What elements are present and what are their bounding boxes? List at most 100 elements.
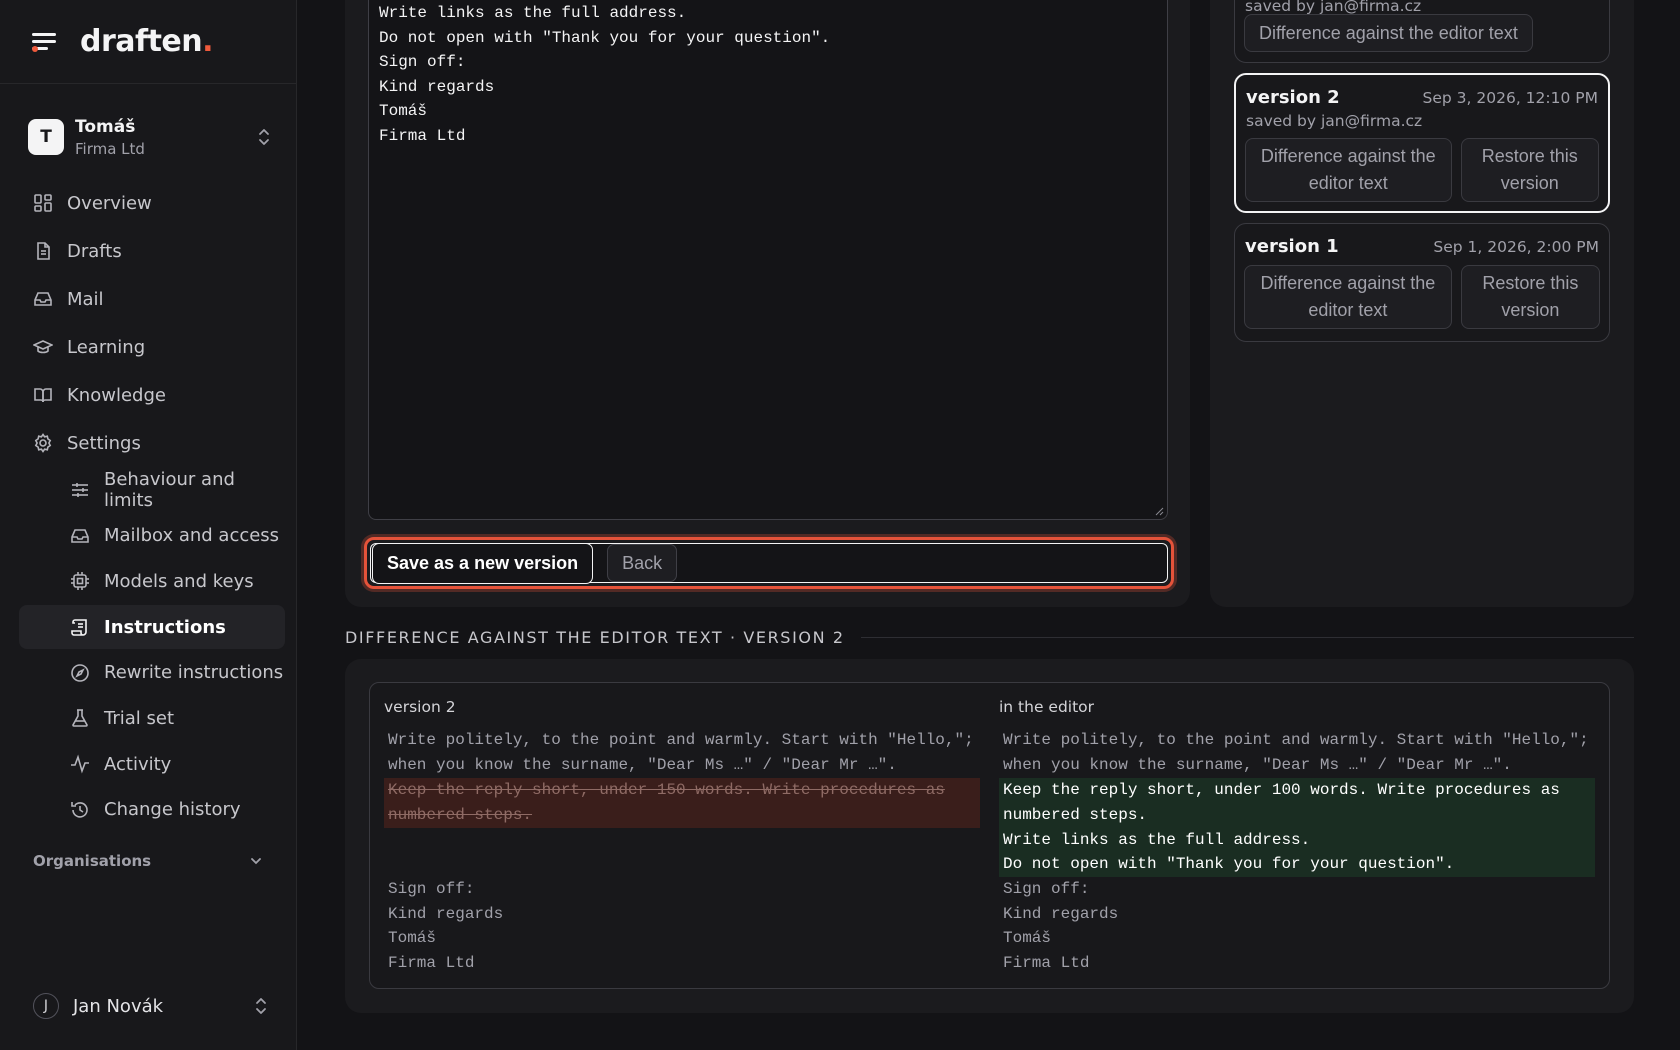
chip-icon (71, 572, 89, 591)
nav-label: Knowledge (67, 384, 166, 406)
diff-line: Tomáš (1003, 929, 1052, 947)
difference-against-editor-button[interactable]: Difference against the editor text (1245, 138, 1452, 202)
sidebar-item-label: Change history (104, 799, 241, 821)
version-date: Sep 1, 2026, 2:00 PM (1433, 238, 1599, 256)
sidebar-item-label: Behaviour and limits (104, 469, 235, 511)
restore-version-button[interactable]: Restore this version (1460, 265, 1600, 329)
sidebar-item-label: Instructions (104, 616, 226, 638)
nav-item-overview[interactable]: Overview (19, 180, 285, 226)
nav-item-settings[interactable]: Settings (19, 420, 285, 466)
editor-line: Do not open with "Thank you for your que… (379, 28, 831, 47)
nav-label: Drafts (67, 240, 122, 262)
save-new-version-button[interactable]: Save as a new version (372, 542, 594, 584)
sidebar-item-instructions[interactable]: Instructions (19, 605, 285, 650)
nav-label: Mail (67, 288, 104, 310)
editor-line: Write links as the full address. (379, 4, 687, 22)
version-title: version 2 (1246, 87, 1340, 108)
scroll-icon (71, 619, 87, 636)
diff-line-added: numbered steps. (999, 803, 1595, 828)
user-avatar: J (33, 993, 59, 1019)
diff-line: Write politely, to the point and warmly.… (388, 731, 974, 749)
diff-line: Kind regards (388, 905, 504, 923)
resize-grip-icon[interactable] (1154, 506, 1164, 516)
nav-label: Learning (67, 336, 146, 358)
diff-line-added: Write links as the full address. (999, 828, 1595, 853)
sidebar-item-rewrite-instructions[interactable]: Rewrite instructions (19, 651, 285, 695)
version-saved-by: saved by jan@firma.cz (1246, 112, 1423, 130)
diff-line-added: Do not open with "Thank you for your que… (999, 852, 1595, 877)
editor-line: Tomáš (379, 102, 428, 121)
editor-line: Firma Ltd (379, 126, 466, 145)
org-name: Tomáš (75, 116, 136, 137)
version-title: version 1 (1245, 236, 1339, 257)
history-icon (71, 801, 88, 818)
chevrons-up-down-icon (256, 998, 266, 1014)
graduation-cap-icon (33, 340, 53, 354)
sidebar-item-label: Models and keys (104, 570, 254, 592)
organisations-toggle[interactable]: Organisations (33, 852, 263, 870)
version-date: Sep 3, 2026, 12:10 PM (1422, 89, 1598, 107)
version-card-partial[interactable]: saved by jan@firma.cz Difference against… (1234, 0, 1610, 63)
main-nav: Overview Drafts Mail Learning Knowledge … (19, 180, 285, 834)
diff-line: Firma Ltd (388, 954, 475, 972)
inbox-icon (34, 292, 52, 306)
diff-line: Firma Ltd (1003, 954, 1090, 972)
back-button[interactable]: Back (607, 544, 678, 582)
user-name: Jan Novák (73, 995, 164, 1017)
diff-section-title: DIFFERENCE AGAINST THE EDITOR TEXT · VER… (345, 627, 845, 647)
diff-line: Kind regards (1003, 905, 1119, 923)
organisations-label: Organisations (33, 852, 152, 870)
restore-version-button[interactable]: Restore this version (1460, 138, 1599, 202)
flask-icon (72, 709, 88, 728)
version-card[interactable]: version 1 Sep 1, 2026, 2:00 PM Differenc… (1234, 223, 1610, 342)
nav-label: Overview (67, 192, 152, 214)
sidebar-item-label: Activity (104, 753, 172, 775)
compass-icon (71, 663, 89, 682)
book-open-icon (34, 388, 52, 403)
sidebar-item-trial-set[interactable]: Trial set (19, 696, 285, 740)
diff-section-header: DIFFERENCE AGAINST THE EDITOR TEXT · VER… (345, 627, 1634, 647)
user-switcher[interactable]: J Jan Novák (33, 993, 269, 1019)
sidebar-item-label: Rewrite instructions (104, 662, 284, 684)
divider (860, 636, 1634, 638)
diff-line-deleted: numbered steps. (384, 803, 980, 828)
org-avatar: T (28, 119, 64, 155)
sidebar-item-change-history[interactable]: Change history (19, 788, 285, 832)
difference-against-editor-button[interactable]: Difference against the editor text (1244, 265, 1452, 329)
version-saved-by: saved by jan@firma.cz (1245, 0, 1422, 15)
brand-bar: draften. (0, 0, 296, 84)
diff-line: Sign off: (388, 880, 475, 898)
sidebar-item-label: Trial set (104, 707, 175, 729)
nav-item-drafts[interactable]: Drafts (19, 228, 285, 274)
sidebar-item-mailbox-and-access[interactable]: Mailbox and access (19, 514, 285, 558)
nav-item-knowledge[interactable]: Knowledge (19, 372, 285, 418)
org-company: Firma Ltd (75, 139, 145, 158)
version-card[interactable]: version 2 Sep 3, 2026, 12:10 PM saved by… (1234, 73, 1610, 213)
file-text-icon (37, 242, 50, 260)
nav-item-mail[interactable]: Mail (19, 276, 285, 322)
menu-icon[interactable] (32, 32, 58, 52)
org-switcher[interactable]: T Tomáš Firma Ltd (28, 112, 272, 162)
diff-column-title: version 2 (384, 698, 456, 716)
sidebar-item-models-and-keys[interactable]: Models and keys (19, 559, 285, 603)
diff-line: Write politely, to the point and warmly.… (1003, 731, 1589, 749)
diff-line: when you know the surname, "Dear Ms …" /… (388, 756, 897, 774)
sidebar-item-behaviour-and-limits[interactable]: Behaviour and limits (19, 468, 285, 512)
nav-label: Settings (67, 432, 141, 454)
diff-line-added: Keep the reply short, under 100 words. W… (999, 778, 1595, 803)
gear-icon (34, 433, 52, 453)
diff-line: Sign off: (1003, 880, 1090, 898)
editor-line: Sign off: (379, 53, 466, 72)
sidebar-item-activity[interactable]: Activity (19, 742, 285, 786)
instructions-editor[interactable]: Write links as the full address. Do not o… (368, 0, 1168, 520)
sidebar: draften. T Tomáš Firma Ltd Overview Draf… (0, 0, 297, 1050)
grid-icon (34, 194, 52, 212)
diff-column-title: in the editor (999, 698, 1095, 716)
brand-logo[interactable]: draften. (80, 24, 214, 59)
difference-against-editor-button[interactable]: Difference against the editor text (1244, 14, 1533, 52)
diff-line-deleted: Keep the reply short, under 150 words. W… (384, 778, 980, 803)
nav-item-learning[interactable]: Learning (19, 324, 285, 370)
diff-line: when you know the surname, "Dear Ms …" /… (1003, 756, 1512, 774)
sidebar-item-label: Mailbox and access (104, 525, 280, 547)
chevron-down-icon (251, 858, 261, 865)
